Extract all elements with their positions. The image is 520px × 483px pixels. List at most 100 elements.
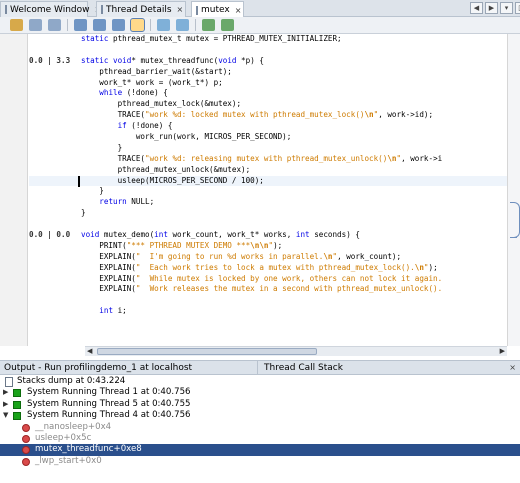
code-line[interactable]: 96 TRACE("work %d: releasing mutex with … — [29, 154, 507, 165]
tab-label: Thread Details — [106, 4, 172, 15]
find-previous-icon[interactable] — [93, 19, 106, 31]
editor-tab-bar: Welcome Window × Thread Details × mutex … — [0, 0, 520, 18]
horizontal-scrollbar[interactable]: ◀ ▶ — [85, 346, 507, 356]
tab-welcome-window[interactable]: Welcome Window × — [0, 1, 101, 17]
scroll-left-arrow-icon[interactable]: ◀ — [87, 347, 92, 355]
code-text: while (!done) { — [99, 88, 168, 98]
scroll-right-arrow-icon[interactable]: ▶ — [500, 347, 505, 355]
code-line[interactable]: 88 pthread_barrier_wait(&start); — [29, 67, 507, 78]
tab-mutex[interactable]: mutex × — [191, 1, 244, 18]
code-text: } — [81, 142, 123, 152]
code-area[interactable]: 85static pthread_mutex_t mutex = PTHREAD… — [29, 34, 507, 346]
collapse-icon[interactable]: ▼ — [3, 410, 8, 421]
code-text: TRACE("work %d: locked mutex with pthrea… — [81, 110, 434, 120]
code-text: EXPLAIN(" Each work tries to lock a mute… — [81, 262, 438, 272]
shift-right-icon[interactable] — [176, 19, 189, 31]
scrollbar-thumb[interactable] — [97, 348, 317, 355]
tree-row-label: usleep+0x5c — [35, 432, 92, 443]
tab-thread-call-stack[interactable]: Thread Call Stack — [260, 361, 515, 375]
code-line[interactable]: 107 EXPLAIN(" While mutex is locked by o… — [29, 274, 507, 285]
code-line[interactable]: 92 TRACE("work %d: locked mutex with pth… — [29, 110, 507, 121]
code-text: TRACE("work %d: releasing mutex with pth… — [81, 153, 443, 163]
thread-row[interactable]: ▼ System Running Thread 4 at 0:40.756 — [0, 410, 520, 421]
code-line[interactable]: 91 pthread_mutex_lock(&mutex); — [29, 99, 507, 110]
code-line[interactable]: 85static pthread_mutex_t mutex = PTHREAD… — [29, 34, 507, 45]
code-line[interactable]: 97 pthread_mutex_unlock(&mutex); — [29, 165, 507, 176]
maximize-icon[interactable]: □ — [515, 2, 520, 14]
back-icon[interactable] — [29, 19, 42, 31]
code-line[interactable]: 105 EXPLAIN(" I'm going to run %d works … — [29, 252, 507, 263]
stack-frame-icon — [22, 434, 30, 443]
fold-marker-tick — [511, 237, 517, 238]
code-line[interactable]: 102 — [29, 219, 507, 230]
stack-frame-row[interactable]: _lwp_start+0x0 — [0, 456, 520, 467]
fold-marker — [510, 202, 520, 238]
uncomment-icon[interactable] — [221, 19, 234, 31]
tab-navigation: ◀ ▶ ▾ □ — [470, 2, 520, 14]
tree-row-label: System Running Thread 1 at 0:40.756 — [27, 387, 191, 398]
code-text: EXPLAIN(" I'm going to run %d works in p… — [81, 251, 402, 261]
scroll-right-icon[interactable]: ▶ — [485, 2, 498, 14]
find-icon[interactable] — [74, 19, 87, 31]
comment-icon[interactable] — [202, 19, 215, 31]
code-text: usleep(MICROS_PER_SECOND / 100); — [81, 175, 264, 185]
code-line[interactable]: 106 EXPLAIN(" Each work tries to lock a … — [29, 263, 507, 274]
tab-list-dropdown-icon[interactable]: ▾ — [500, 2, 513, 14]
tab-thread-details[interactable]: Thread Details × — [96, 1, 186, 17]
call-stack-tree[interactable]: Stacks dump at 0:43.224 ▶ System Running T… — [0, 376, 520, 467]
source-file-icon — [196, 5, 198, 15]
profile-metric: 0.0 | 0.0 — [29, 230, 71, 240]
tree-row-label: _lwp_start+0x0 — [35, 455, 102, 466]
document-icon — [5, 377, 13, 387]
code-line[interactable]: 108 EXPLAIN(" Work releases the mutex in… — [29, 284, 507, 295]
toggle-highlight-icon[interactable] — [130, 18, 145, 32]
stack-frame-row[interactable]: __nanosleep+0x4 — [0, 422, 520, 433]
tree-row-label: System Running Thread 5 at 0:40.755 — [27, 398, 191, 409]
history-icon[interactable] — [10, 19, 23, 31]
scroll-left-icon[interactable]: ◀ — [470, 2, 483, 14]
code-line[interactable]: 98 usleep(MICROS_PER_SECOND / 100); — [29, 175, 507, 187]
code-text: int i; — [99, 306, 127, 316]
vertical-scrollbar[interactable] — [507, 34, 520, 346]
code-line[interactable]: 870.0 | 3.3static void* mutex_threadfunc… — [29, 56, 507, 67]
close-icon[interactable]: × — [235, 6, 242, 15]
code-line[interactable]: 90 while (!done) { — [29, 88, 507, 99]
shift-left-icon[interactable] — [157, 19, 170, 31]
tab-output[interactable]: Output - Run profilingdemo_1 at localhos… — [0, 361, 258, 375]
source-editor[interactable]: 85static pthread_mutex_t mutex = PTHREAD… — [0, 34, 507, 346]
stack-frame-icon — [22, 423, 30, 432]
stack-frame-row[interactable]: mutex_threadfunc+0xe8 — [0, 444, 520, 456]
code-text: void mutex_demo(int work_count, work_t* … — [81, 230, 360, 240]
thread-running-icon — [13, 389, 21, 398]
code-line[interactable]: 93 if (!done) { — [29, 121, 507, 132]
close-icon[interactable]: × — [177, 5, 184, 14]
code-line[interactable]: 109 — [29, 295, 507, 306]
find-next-icon[interactable] — [112, 19, 125, 31]
stack-frame-row[interactable]: usleep+0x5c — [0, 433, 520, 444]
code-line[interactable]: 100 return NULL; — [29, 197, 507, 208]
code-text: static void* mutex_threadfunc(void *p) { — [81, 55, 264, 65]
thread-row[interactable]: ▶ System Running Thread 1 at 0:40.756 — [0, 387, 520, 398]
code-line[interactable]: 86 — [29, 45, 507, 56]
code-line[interactable]: 99 } — [29, 186, 507, 197]
code-line[interactable]: 1030.0 | 0.0void mutex_demo(int work_cou… — [29, 230, 507, 241]
text-caret — [78, 175, 80, 187]
line-number-gutter — [0, 34, 28, 346]
code-line[interactable]: 101} — [29, 208, 507, 219]
code-line[interactable]: 104 PRINT("*** PTHREAD MUTEX DEMO ***\n\… — [29, 241, 507, 252]
thread-running-icon — [13, 412, 21, 421]
code-line[interactable]: 95 } — [29, 143, 507, 154]
tab-label: Welcome Window — [10, 4, 90, 15]
stack-frame-icon — [22, 457, 30, 466]
forward-icon[interactable] — [48, 19, 61, 31]
thread-row[interactable]: ▶ System Running Thread 5 at 0:40.755 — [0, 399, 520, 410]
close-icon[interactable]: × — [509, 361, 516, 375]
code-line[interactable]: 110 int i; — [29, 306, 507, 317]
stacks-dump-row[interactable]: Stacks dump at 0:43.224 — [0, 376, 520, 387]
code-line[interactable]: 94 work_run(work, MICROS_PER_SECOND); — [29, 132, 507, 143]
expand-icon[interactable]: ▶ — [3, 387, 8, 398]
toolbar-divider — [150, 19, 151, 31]
code-line[interactable]: 89 work_t* work = (work_t*) p; — [29, 78, 507, 89]
expand-icon[interactable]: ▶ — [3, 399, 8, 410]
bottom-panel: Output - Run profilingdemo_1 at localhos… — [0, 360, 520, 483]
